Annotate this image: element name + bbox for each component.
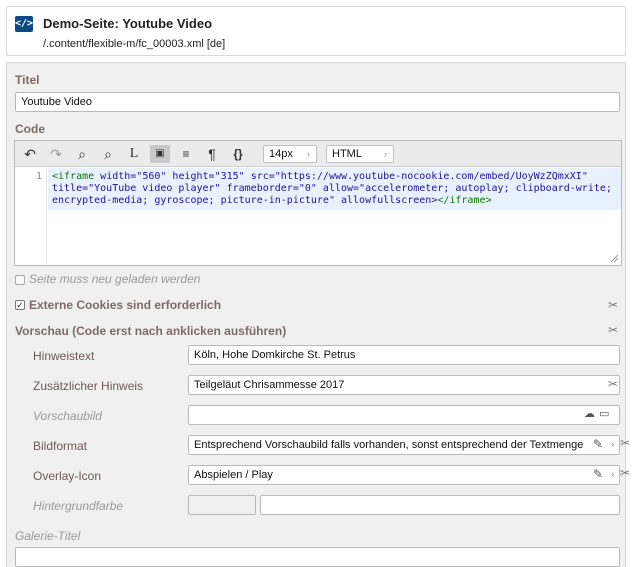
cookies-checkbox[interactable]: ✓ — [15, 300, 25, 310]
resize-handle-icon[interactable] — [610, 254, 619, 263]
overlay-select[interactable]: Abspielen / Play — [188, 465, 620, 485]
paragraph-icon[interactable]: ¶ — [202, 145, 222, 163]
reload-label: Seite muss neu geladen werden — [29, 272, 201, 286]
color-input[interactable] — [260, 495, 620, 515]
scissors-icon[interactable]: ✂ — [619, 466, 631, 480]
search-icon[interactable]: ⌕ — [72, 145, 92, 163]
overlay-label: Overlay-Icon — [33, 469, 102, 483]
zusatz-input[interactable]: Teilgeläut Chrisammesse 2017 — [188, 375, 620, 395]
goto-line-icon[interactable]: L — [124, 145, 144, 163]
pencil-icon[interactable]: ✎ — [593, 437, 603, 451]
zusatz-label: Zusätzlicher Hinweis — [33, 379, 144, 393]
font-size-value: 14px — [269, 148, 293, 160]
pencil-icon[interactable]: ✎ — [593, 467, 603, 481]
cookies-label: Externe Cookies sind erforderlich — [29, 298, 222, 312]
code-tag: <iframe — [52, 171, 95, 182]
code-content[interactable]: <iframe width="560" height="315" src="ht… — [48, 168, 621, 210]
chevron-right-icon: › — [307, 149, 310, 159]
code-line-3: encrypted-media; gyroscope; picture-in-p… — [52, 195, 438, 206]
wrap-icon[interactable]: ≡ — [176, 145, 196, 163]
search-replace-icon[interactable]: ⌕ — [98, 145, 118, 163]
color-swatch[interactable] — [188, 495, 256, 515]
vorschaubild-label: Vorschaubild — [33, 409, 102, 423]
code-line-1: width="560" height="315" src="https://ww… — [94, 171, 588, 182]
line-number: 1 — [35, 171, 42, 182]
chevron-right-icon[interactable]: › — [611, 439, 614, 450]
reload-checkbox[interactable] — [15, 275, 25, 285]
line-gutter: 1 — [15, 168, 47, 265]
form-panel: Titel Youtube Video Code Seite muss neu … — [6, 62, 630, 567]
scissors-icon[interactable]: ✂ — [607, 298, 619, 312]
redo-icon[interactable]: ↷ — [46, 145, 66, 163]
galerie-input[interactable] — [15, 547, 620, 567]
chevron-right-icon: › — [384, 149, 387, 159]
chevron-right-icon[interactable]: › — [611, 469, 614, 480]
hinweistext-label: Hinweistext — [33, 349, 95, 363]
scissors-icon[interactable]: ✂ — [619, 436, 631, 450]
titel-label: Titel — [15, 73, 40, 87]
code-editor[interactable]: ↶ ↷ ⌕ ⌕ L ▣ ≡ ¶ {} 14px › HTML › 1 <ifra… — [14, 140, 622, 266]
page-title: Demo-Seite: Youtube Video — [43, 16, 213, 31]
html-mode-icon[interactable]: ▣ — [150, 145, 170, 163]
bildformat-select[interactable]: Entsprechend Vorschaubild falls vorhande… — [188, 435, 620, 455]
galerie-label: Galerie-Titel — [15, 529, 81, 543]
editor-toolbar: ↶ ↷ ⌕ ⌕ L ▣ ≡ ¶ {} 14px › HTML › — [15, 141, 621, 167]
code-logo-icon: </> — [15, 16, 33, 32]
scissors-icon[interactable]: ✂ — [607, 377, 619, 391]
mode-value: HTML — [332, 148, 362, 160]
folder-icon[interactable]: ▭ — [599, 407, 609, 420]
upload-icon[interactable]: ☁ — [584, 407, 595, 420]
undo-icon[interactable]: ↶ — [20, 145, 40, 163]
resource-path: /.content/flexible-m/fc_00003.xml [de] — [43, 38, 226, 50]
braces-icon[interactable]: {} — [228, 145, 248, 163]
mode-select[interactable]: HTML › — [326, 145, 394, 163]
code-line-2: title="YouTube video player" frameborder… — [52, 183, 612, 194]
vorschaubild-input[interactable] — [188, 405, 620, 425]
hinweistext-input[interactable]: Köln, Hohe Domkirche St. Petrus — [188, 345, 620, 365]
code-label: Code — [15, 122, 45, 136]
editor-header: </> Demo-Seite: Youtube Video /.content/… — [6, 6, 626, 56]
vorschau-label: Vorschau (Code erst nach anklicken ausfü… — [15, 324, 287, 338]
bildformat-label: Bildformat — [33, 439, 88, 453]
code-close-tag: </iframe> — [437, 195, 492, 206]
titel-input[interactable]: Youtube Video — [15, 92, 620, 112]
scissors-icon[interactable]: ✂ — [607, 323, 619, 337]
font-size-select[interactable]: 14px › — [263, 145, 317, 163]
hintergrund-label: Hintergrundfarbe — [33, 499, 124, 513]
